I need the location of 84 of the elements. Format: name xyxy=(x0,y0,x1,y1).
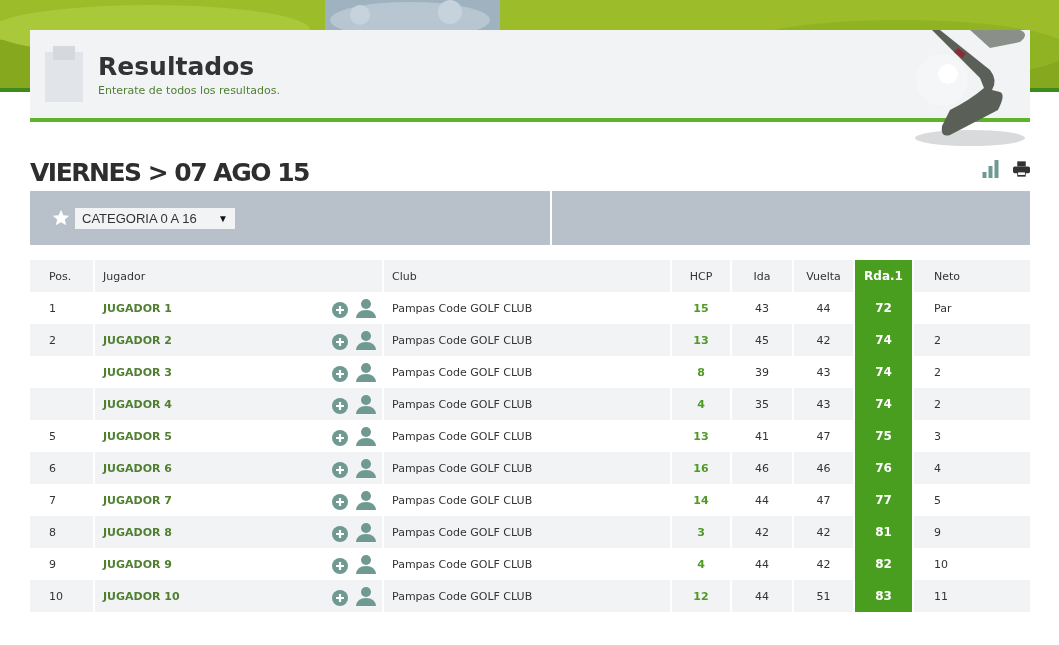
player-link[interactable]: JUGADOR 2 xyxy=(103,333,172,347)
player-link[interactable]: JUGADOR 9 xyxy=(103,557,172,571)
column-header: HCP xyxy=(672,260,732,292)
table-cell: 10 xyxy=(30,580,95,612)
player-link[interactable]: JUGADOR 7 xyxy=(103,493,172,507)
player-link[interactable]: JUGADOR 10 xyxy=(103,589,180,603)
player-link[interactable]: JUGADOR 1 xyxy=(103,301,172,315)
category-select[interactable]: CATEGORIA 0 A 16 ▼ xyxy=(75,207,235,229)
table-cell-text: 11 xyxy=(933,588,949,605)
user-icon[interactable] xyxy=(356,522,376,542)
table-cell-text: 9 xyxy=(933,524,942,541)
page-subtitle: Enterate de todos los resultados. xyxy=(98,83,280,97)
table-cell: 83 xyxy=(875,589,892,603)
table-cell-text: 3 xyxy=(933,428,942,445)
table-cell: 72 xyxy=(875,301,892,315)
table-cell: 74 xyxy=(875,365,892,379)
table-cell: 16 xyxy=(672,452,732,484)
add-icon[interactable] xyxy=(332,494,348,510)
column-header: Pos. xyxy=(30,260,95,292)
user-icon[interactable] xyxy=(356,394,376,414)
column-header: Jugador xyxy=(95,260,384,292)
table-cell: 4 xyxy=(672,388,732,420)
add-icon[interactable] xyxy=(332,558,348,574)
user-icon[interactable] xyxy=(356,362,376,382)
user-icon[interactable] xyxy=(356,330,376,350)
table-cell: 2 xyxy=(30,324,95,356)
user-icon[interactable] xyxy=(356,458,376,478)
player-link[interactable]: JUGADOR 5 xyxy=(103,429,172,443)
table-cell: Pampas Code GOLF CLUB xyxy=(384,516,672,548)
player-link[interactable]: JUGADOR 6 xyxy=(103,461,172,475)
add-icon[interactable] xyxy=(332,590,348,606)
column-header: Neto xyxy=(933,268,962,285)
table-cell: Pampas Code GOLF CLUB xyxy=(384,452,672,484)
table-cell: 44 xyxy=(732,580,794,612)
table-cell: 6 xyxy=(30,452,95,484)
table-cell: 8 xyxy=(30,516,95,548)
table-cell-text: 10 xyxy=(933,556,949,573)
player-link[interactable]: JUGADOR 8 xyxy=(103,525,172,539)
table-cell: Pampas Code GOLF CLUB xyxy=(384,388,672,420)
user-icon[interactable] xyxy=(356,426,376,446)
column-header: Rda.1 xyxy=(864,269,903,283)
table-cell-text: 4 xyxy=(933,460,942,477)
user-icon[interactable] xyxy=(356,586,376,606)
table-cell: Pampas Code GOLF CLUB xyxy=(384,324,672,356)
add-icon[interactable] xyxy=(332,430,348,446)
column-header: Club xyxy=(384,260,672,292)
player-link[interactable]: JUGADOR 4 xyxy=(103,397,172,411)
table-cell: 13 xyxy=(672,324,732,356)
table-cell: 82 xyxy=(875,557,892,571)
table-cell: 77 xyxy=(875,493,892,507)
add-icon[interactable] xyxy=(332,334,348,350)
table-cell: 74 xyxy=(875,397,892,411)
add-icon[interactable] xyxy=(332,398,348,414)
table-cell: 42 xyxy=(732,516,794,548)
table-cell: 76 xyxy=(875,461,892,475)
add-icon[interactable] xyxy=(332,462,348,478)
table-cell: 46 xyxy=(732,452,794,484)
table-cell-text: 2 xyxy=(933,332,942,349)
table-cell: 35 xyxy=(732,388,794,420)
date-heading: VIERNES > 07 AGO 15 xyxy=(30,158,309,188)
table-cell-text: 5 xyxy=(933,492,942,509)
bar-chart-icon[interactable] xyxy=(982,160,999,178)
clipboard-icon xyxy=(45,46,83,102)
table-cell: 12 xyxy=(672,580,732,612)
table-cell: Pampas Code GOLF CLUB xyxy=(384,580,672,612)
user-icon[interactable] xyxy=(356,554,376,574)
add-icon[interactable] xyxy=(332,526,348,542)
table-cell: 45 xyxy=(732,324,794,356)
table-cell-text: 2 xyxy=(933,396,942,413)
user-icon[interactable] xyxy=(356,490,376,510)
player-link[interactable]: JUGADOR 3 xyxy=(103,365,172,379)
table-cell: 81 xyxy=(875,525,892,539)
print-icon[interactable] xyxy=(1013,160,1030,178)
user-icon[interactable] xyxy=(356,298,376,318)
table-cell: 75 xyxy=(875,429,892,443)
page-title: Resultados xyxy=(98,51,256,81)
column-header: Ida xyxy=(732,260,794,292)
table-cell: 74 xyxy=(875,333,892,347)
add-icon[interactable] xyxy=(332,302,348,318)
table-cell: 3 xyxy=(672,516,732,548)
table-cell-text: 2 xyxy=(933,364,942,381)
table-cell-text: Par xyxy=(933,300,953,317)
star-icon xyxy=(52,209,70,227)
add-icon[interactable] xyxy=(332,366,348,382)
